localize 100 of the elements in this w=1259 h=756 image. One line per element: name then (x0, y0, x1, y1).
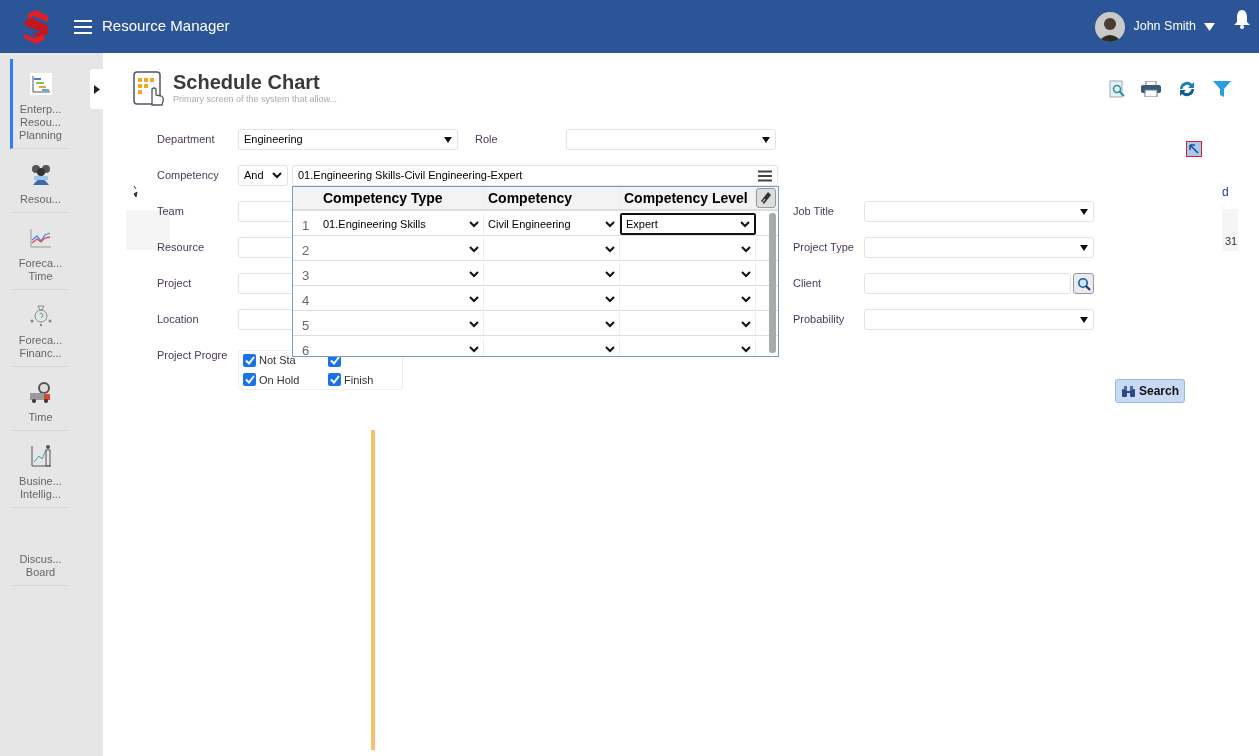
page-title: Schedule Chart (173, 71, 321, 94)
chevron-down-icon (741, 270, 751, 278)
search-icon (1076, 276, 1091, 291)
filter-icon[interactable] (1213, 80, 1231, 98)
field-label: Project Progre (157, 348, 229, 363)
money-bag-icon (29, 302, 52, 328)
clock-truck-icon (28, 379, 53, 405)
field-label: Team (157, 204, 185, 219)
column-header: Competency (484, 187, 620, 209)
field-label: Project (157, 276, 193, 291)
preview-icon[interactable] (1109, 80, 1125, 98)
row-number: 3 (301, 266, 311, 285)
dropdown-field[interactable] (566, 129, 776, 150)
sidebar-toggle[interactable] (90, 69, 103, 109)
chevron-down-icon (605, 270, 615, 278)
chevron-down-icon (469, 295, 479, 303)
eraser-icon (760, 191, 772, 205)
scrollbar[interactable] (769, 213, 776, 353)
sidebar-item[interactable]: Busine... Intellig... (10, 431, 68, 508)
search-button[interactable] (1073, 273, 1094, 294)
field-label: Department (157, 132, 216, 147)
chevron-down-icon (469, 245, 479, 253)
chevron-down-icon (741, 320, 751, 328)
caret-icon[interactable] (1204, 22, 1215, 31)
field-label: Client (793, 276, 823, 291)
user-name[interactable]: John Smith (1133, 17, 1196, 36)
dropdown-field[interactable] (864, 237, 1094, 258)
checkbox-label: On Hold (259, 372, 300, 388)
binoculars-icon (1120, 384, 1136, 398)
logo-icon (24, 9, 48, 44)
checkbox[interactable] (243, 373, 256, 387)
row-number: 6 (301, 341, 311, 356)
field-label: Location (157, 312, 200, 327)
chevron-down-icon (741, 245, 751, 253)
text-field[interactable] (864, 273, 1071, 294)
sidebar-item[interactable]: Resou... (10, 149, 68, 213)
field-label: Role (475, 132, 499, 147)
chevron-down-icon (605, 220, 615, 228)
row-number: 4 (301, 291, 311, 310)
dropdown-field[interactable]: Engineering (238, 129, 458, 150)
dropdown-field[interactable] (864, 201, 1094, 222)
sidebar-item[interactable]: Time (10, 367, 68, 431)
chevron-down-icon (469, 220, 479, 228)
checkbox-label: Not Sta (259, 353, 296, 368)
print-icon[interactable] (1141, 81, 1161, 97)
menu-icon[interactable] (758, 169, 772, 182)
sidebar-item[interactable]: Enterp... Resou... Planning (10, 59, 68, 149)
dropdown-arrow-icon (1080, 244, 1088, 251)
collapse-button[interactable] (1186, 141, 1202, 157)
arrow-icon (1189, 144, 1199, 154)
competency-field[interactable]: 01.Engineering Skills-Civil Engineering-Expert (292, 165, 778, 186)
gantt-icon (29, 71, 52, 97)
eraser-button[interactable] (756, 188, 776, 208)
field-label: Project Type (793, 240, 855, 255)
sidebar-item[interactable]: Discus... Board (10, 508, 68, 586)
sidebar-item[interactable]: Foreca... Time (10, 213, 68, 290)
bell-icon[interactable] (1233, 8, 1251, 29)
background-text: d (1222, 184, 1229, 201)
grid-dropdown[interactable]: Civil Engineering (484, 213, 620, 235)
refresh-icon[interactable] (1177, 79, 1197, 99)
user-avatar[interactable] (1095, 11, 1126, 42)
checkbox-label: Finish (344, 372, 374, 388)
row-number: 1 (301, 216, 311, 235)
checkbox[interactable] (328, 373, 341, 387)
dropdown-arrow-icon (444, 136, 452, 143)
app-title: Resource Manager (102, 16, 230, 37)
page-subtitle: Primary screen of the system that allow... (173, 93, 338, 107)
grid-dropdown[interactable]: 01.Engineering Skills (319, 213, 484, 235)
chevron-down-icon (741, 345, 751, 353)
chevron-down-icon (469, 345, 479, 353)
chevron-down-icon (605, 245, 615, 253)
chevron-down-icon (605, 345, 615, 353)
caret-icon (93, 84, 100, 94)
dropdown-field[interactable] (864, 309, 1094, 330)
operator-dropdown[interactable]: And (238, 165, 288, 186)
sidebar-item[interactable]: Foreca... Financ... (10, 290, 68, 367)
background-cell-text: 31 (1225, 234, 1238, 249)
chevron-down-icon (469, 270, 479, 278)
bar-chart-icon (29, 443, 52, 469)
row-number: 5 (301, 316, 311, 335)
field-label: Probability (793, 312, 846, 327)
dropdown-arrow-icon (762, 136, 770, 143)
row-number: 2 (301, 241, 311, 260)
dropdown-arrow-icon (1080, 208, 1088, 215)
checkbox[interactable] (243, 353, 256, 367)
chevron-down-icon (605, 320, 615, 328)
touch-screen-icon (133, 71, 165, 107)
chevron-down-icon (741, 295, 751, 303)
grid-dropdown[interactable]: Expert (620, 213, 756, 235)
chevron-down-icon (740, 220, 750, 228)
chevron-down-icon (469, 320, 479, 328)
dropdown-arrow-icon (1080, 316, 1088, 323)
field-label: Resource (157, 240, 206, 255)
column-header: Competency Type (319, 187, 484, 209)
search-button[interactable]: Search (1114, 379, 1185, 403)
pen-icon (133, 186, 138, 198)
chevron-down-icon (272, 172, 282, 179)
chevron-down-icon (605, 295, 615, 303)
field-label: Competency (157, 168, 220, 183)
field-label: Job Title (793, 204, 835, 219)
